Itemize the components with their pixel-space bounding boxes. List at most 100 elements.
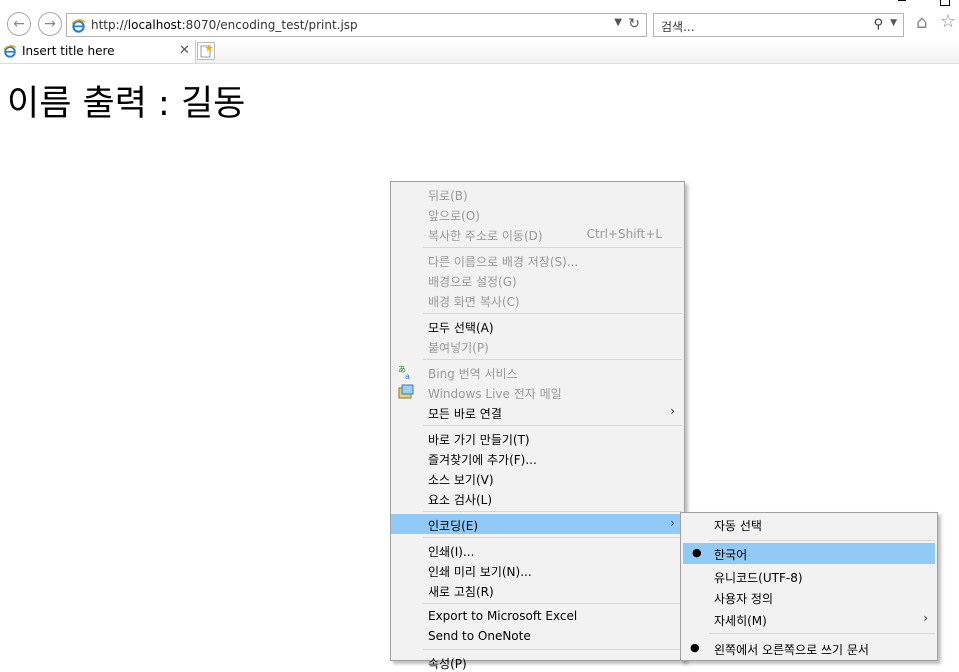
menu-item-label: 배경 화면 복사(C) [428,295,520,309]
menu-item-paste[interactable]: 붙여넣기(P) [391,336,684,356]
url-text: http://localhost:8070/encoding_test/prin… [91,18,358,32]
submenu-item-label: 왼쪽에서 오른쪽으로 쓰기 문서 [714,643,869,657]
back-button[interactable]: ← [7,12,31,36]
menu-item-windows-live-mail[interactable]: Windows Live 전자 메일 [391,382,684,402]
menu-item-label: 뒤로(B) [428,189,468,203]
menu-item-forward[interactable]: 앞으로(O) [391,204,684,224]
translate-icon: あ a [398,365,410,380]
menu-item-encoding[interactable]: 인코딩(E) › [391,514,684,534]
submenu-item-label: 자동 선택 [714,519,762,533]
submenu-item-more[interactable]: 자세히(M) › [681,609,937,630]
dropdown-icon[interactable]: ▼ [614,17,622,28]
new-tab-icon [200,44,213,58]
menu-item-properties[interactable]: 속성(P) [391,652,684,672]
favorites-star-icon[interactable]: ☆ [940,11,956,32]
menu-item-copy-background[interactable]: 배경 화면 복사(C) [391,290,684,310]
new-tab-button[interactable] [197,42,215,60]
menu-item-label: 배경으로 설정(G) [428,275,517,289]
menu-item-bing-translate[interactable]: あ a Bing 번역 서비스 [391,362,684,382]
encoding-submenu: 자동 선택 ● 한국어 유니코드(UTF-8) 사용자 정의 자세히(M) › ● 왼… [680,512,938,661]
menu-item-save-background-as[interactable]: 다른 이름으로 배경 저장(S)... [391,250,684,270]
checked-dot-icon: ● [690,641,700,654]
search-dropdown-icon[interactable]: ▼ [890,18,897,28]
menu-item-shortcut: Ctrl+Shift+L [586,227,662,241]
ie-icon [71,19,86,33]
menu-item-label: Export to Microsoft Excel [428,609,578,623]
menu-item-label: 인쇄 미리 보기(N)... [428,565,532,579]
address-bar[interactable]: http://localhost:8070/encoding_test/prin… [66,13,647,37]
submenu-item-utf8[interactable]: 유니코드(UTF-8) [681,566,937,587]
submenu-arrow-icon: › [670,404,675,418]
menu-item-label: 인쇄(I)... [428,545,475,559]
submenu-item-label: 자세히(M) [714,614,767,628]
menu-item-all-accelerators[interactable]: 모든 바로 연결 › [391,402,684,422]
menu-separator [709,633,935,634]
menu-item-label: 붙여넣기(P) [428,341,489,355]
menu-item-label: Send to OneNote [428,629,531,643]
menu-separator [423,425,682,426]
menu-item-select-all[interactable]: 모두 선택(A) [391,316,684,336]
menu-item-refresh[interactable]: 새로 고침(R) [391,580,684,600]
menu-item-set-as-background[interactable]: 배경으로 설정(G) [391,270,684,290]
menu-separator [423,537,682,538]
maximize-icon[interactable] [940,0,950,6]
refresh-icon[interactable]: ↻ [628,16,640,32]
menu-item-inspect-element[interactable]: 요소 검사(L) [391,488,684,508]
menu-item-print-preview[interactable]: 인쇄 미리 보기(N)... [391,560,684,580]
tab-active[interactable]: Insert title here ✕ [0,40,196,63]
tab-bar: Insert title here ✕ [0,40,959,64]
submenu-arrow-icon: › [670,516,675,530]
menu-item-print[interactable]: 인쇄(I)... [391,540,684,560]
ie-icon [3,45,17,58]
submenu-item-label: 한국어 [714,548,748,562]
menu-separator [423,359,682,360]
submenu-item-label: 유니코드(UTF-8) [714,571,803,585]
back-arrow-icon: ← [13,16,25,32]
search-box[interactable]: 검색... ⚲ ▼ [653,13,904,37]
menu-item-label: 요소 검사(L) [428,493,493,507]
checked-dot-icon: ● [692,546,702,559]
submenu-arrow-icon: › [923,611,928,625]
menu-item-label: 모두 선택(A) [428,321,494,335]
mail-icon [398,384,414,399]
menu-item-create-shortcut[interactable]: 바로 가기 만들기(T) [391,428,684,448]
submenu-item-korean[interactable]: ● 한국어 [683,543,935,564]
page-heading: 이름 출력 : 길동 [7,84,246,124]
search-icon[interactable]: ⚲ [873,17,883,32]
menu-item-add-to-favorites[interactable]: 즐겨찾기에 추가(F)... [391,448,684,468]
menu-item-go-to-copied-address[interactable]: 복사한 주소로 이동(D) Ctrl+Shift+L [391,224,684,244]
menu-item-label: Windows Live 전자 메일 [428,387,562,401]
menu-item-export-excel[interactable]: Export to Microsoft Excel [391,606,684,626]
menu-item-label: 소스 보기(V) [428,473,494,487]
minimize-icon[interactable] [898,0,906,2]
browser-toolbar: ← → http://localhost:8070/encoding_test/… [0,0,959,40]
forward-button[interactable]: → [38,12,62,36]
menu-item-label: 앞으로(O) [428,209,480,223]
menu-item-label: 새로 고침(R) [428,585,494,599]
close-tab-icon[interactable]: ✕ [179,43,190,58]
menu-item-label: Bing 번역 서비스 [428,367,518,381]
submenu-item-user-defined[interactable]: 사용자 정의 [681,587,937,608]
menu-item-label: 속성(P) [428,657,467,671]
forward-arrow-icon: → [44,16,56,32]
home-icon[interactable]: ⌂ [916,12,927,33]
submenu-item-auto-select[interactable]: 자동 선택 [681,514,937,535]
menu-item-label: 인코딩(E) [428,519,479,533]
menu-item-label: 바로 가기 만들기(T) [428,433,530,447]
submenu-item-label: 사용자 정의 [714,592,774,606]
menu-separator [423,511,682,512]
menu-separator [423,603,682,604]
menu-item-view-source[interactable]: 소스 보기(V) [391,468,684,488]
menu-item-back[interactable]: 뒤로(B) [391,184,684,204]
tab-title: Insert title here [22,44,115,58]
menu-separator [423,313,682,314]
context-menu: 뒤로(B) 앞으로(O) 복사한 주소로 이동(D) Ctrl+Shift+L 다… [390,181,685,671]
menu-separator [423,649,682,650]
submenu-item-ltr-document[interactable]: ● 왼쪽에서 오른쪽으로 쓰기 문서 [681,638,937,659]
menu-item-label: 다른 이름으로 배경 저장(S)... [428,255,579,269]
search-input[interactable]: 검색... [661,18,695,35]
svg-text:a: a [405,372,410,380]
menu-item-label: 모든 바로 연결 [428,407,502,421]
menu-item-label: 복사한 주소로 이동(D) [428,229,543,243]
menu-item-send-onenote[interactable]: Send to OneNote [391,626,684,646]
